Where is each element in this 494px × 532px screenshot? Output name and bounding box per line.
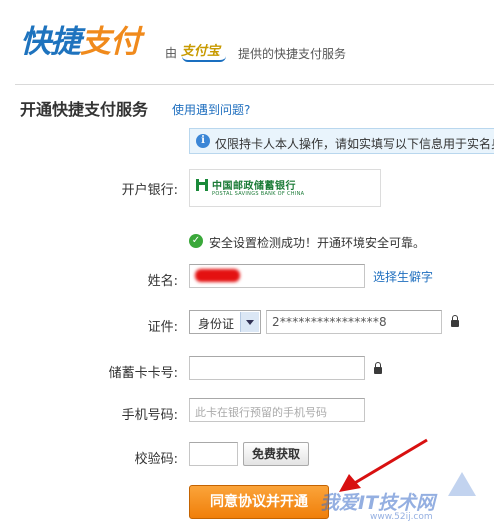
logo-part2: 支付: [80, 24, 141, 60]
check-circle-icon: ✓: [189, 234, 203, 248]
name-input[interactable]: [189, 264, 365, 288]
info-icon: i: [196, 134, 210, 148]
phone-input[interactable]: 此卡在银行预留的手机号码: [189, 398, 365, 422]
phone-placeholder: 此卡在银行预留的手机号码: [195, 406, 327, 419]
id-type-select[interactable]: 身份证: [189, 310, 261, 334]
alipay-logo-swoosh: [182, 56, 226, 62]
card-label: 储蓄卡卡号:: [108, 366, 178, 381]
lock-icon: [374, 362, 382, 374]
arrow-annotation-icon: [339, 438, 428, 492]
logo-part1: 快捷: [20, 24, 81, 60]
bank-logo-box: 中国邮政储蓄银行 POSTAL SAVINGS BANK OF CHINA: [189, 169, 381, 207]
name-label: 姓名:: [147, 274, 178, 289]
bank-name-cn: 中国邮政储蓄银行: [212, 181, 296, 192]
by-text: 由: [165, 46, 178, 60]
rare-char-link[interactable]: 选择生僻字: [373, 268, 433, 285]
watermark-url: www.52ij.com: [370, 512, 433, 522]
provided-text: 提供的快捷支付服务: [238, 47, 347, 61]
page-title: 开通快捷支付服务: [20, 100, 149, 119]
get-code-button[interactable]: 免费获取: [243, 442, 309, 466]
quickpay-logo: 快捷支付: [20, 22, 141, 62]
notice-text: 仅限持卡人本人操作，请如实填写以下信息用于实名身份: [215, 137, 494, 151]
lock-icon: [451, 315, 459, 327]
id-type-value: 身份证: [198, 317, 235, 331]
security-status: 安全设置检测成功！开通环境安全可靠。: [209, 236, 426, 250]
bank-label: 开户银行:: [121, 183, 178, 198]
code-input[interactable]: [189, 442, 238, 466]
redacted-name: [195, 269, 240, 282]
id-label: 证件:: [147, 320, 178, 335]
agree-and-activate-button[interactable]: 同意协议并开通: [189, 485, 329, 519]
card-number-input[interactable]: [189, 356, 365, 380]
id-number-input[interactable]: 2****************8: [266, 310, 442, 334]
watermark-logo-icon: [448, 472, 476, 496]
bank-name-en: POSTAL SAVINGS BANK OF CHINA: [212, 191, 305, 197]
notice-banner: i 仅限持卡人本人操作，请如实填写以下信息用于实名身份: [189, 128, 494, 154]
bank-emblem-icon: [196, 179, 208, 191]
code-label: 校验码:: [134, 452, 178, 467]
header-divider: [15, 84, 494, 85]
help-link[interactable]: 使用遇到问题?: [172, 101, 250, 118]
id-number-value: 2****************8: [272, 315, 387, 329]
chevron-down-icon: [240, 312, 259, 332]
phone-label: 手机号码:: [121, 408, 178, 423]
watermark-text: 我爱IT技术网: [320, 492, 436, 514]
